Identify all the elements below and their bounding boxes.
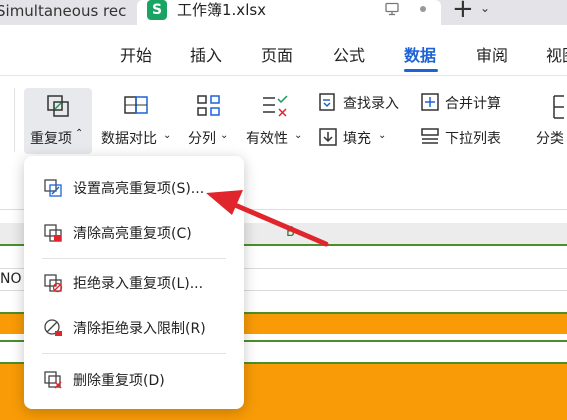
- annotation-arrow-icon: [206, 190, 329, 247]
